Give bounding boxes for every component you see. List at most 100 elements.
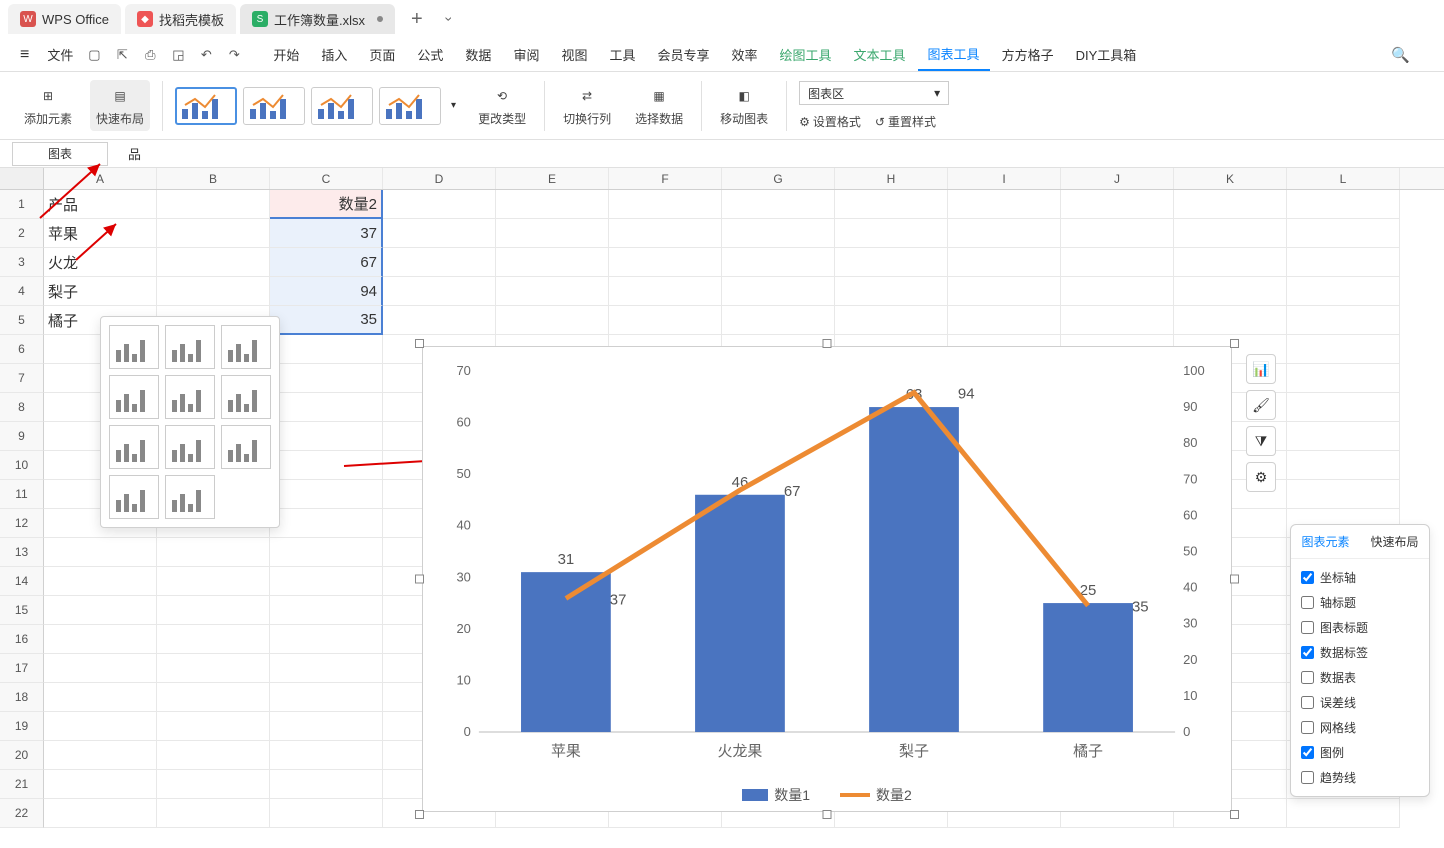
layout-option[interactable] bbox=[165, 425, 215, 469]
select-data-button[interactable]: ▦ 选择数据 bbox=[629, 80, 689, 131]
col-header[interactable]: L bbox=[1287, 168, 1400, 189]
cell[interactable] bbox=[1287, 364, 1400, 393]
reset-style-button[interactable]: ↺重置样式 bbox=[875, 113, 936, 130]
col-header[interactable]: F bbox=[609, 168, 722, 189]
col-header[interactable]: I bbox=[948, 168, 1061, 189]
cell[interactable] bbox=[496, 277, 609, 306]
row-header[interactable]: 4 bbox=[0, 277, 44, 306]
cell[interactable] bbox=[1287, 335, 1400, 364]
preview-icon[interactable]: ◲ bbox=[169, 47, 187, 63]
layout-option[interactable] bbox=[165, 325, 215, 369]
tab-wps-office[interactable]: W WPS Office bbox=[8, 4, 121, 34]
cell[interactable] bbox=[835, 277, 948, 306]
cell[interactable] bbox=[44, 712, 157, 741]
chart-style-1[interactable] bbox=[175, 87, 237, 125]
cell[interactable] bbox=[270, 654, 383, 683]
cell[interactable] bbox=[157, 770, 270, 799]
cell[interactable] bbox=[44, 567, 157, 596]
cell[interactable]: 37 bbox=[270, 219, 383, 248]
formula-input[interactable]: 品 bbox=[108, 144, 1444, 163]
row-header[interactable]: 20 bbox=[0, 741, 44, 770]
cell[interactable] bbox=[1061, 219, 1174, 248]
cell[interactable] bbox=[496, 306, 609, 335]
cell[interactable] bbox=[44, 654, 157, 683]
menu-view[interactable]: 视图 bbox=[551, 39, 597, 70]
row-header[interactable]: 7 bbox=[0, 364, 44, 393]
menu-chart-tools[interactable]: 图表工具 bbox=[918, 38, 990, 71]
cell[interactable] bbox=[270, 422, 383, 451]
cell[interactable] bbox=[722, 219, 835, 248]
cell[interactable] bbox=[270, 509, 383, 538]
cell[interactable] bbox=[1061, 306, 1174, 335]
tab-templates[interactable]: ◆ 找稻壳模板 bbox=[125, 4, 236, 34]
col-header[interactable]: B bbox=[157, 168, 270, 189]
layout-option[interactable] bbox=[165, 475, 215, 519]
chart-brush-button[interactable]: 🖌 bbox=[1246, 390, 1276, 420]
cell[interactable] bbox=[270, 567, 383, 596]
row-header[interactable]: 12 bbox=[0, 509, 44, 538]
row-header[interactable]: 3 bbox=[0, 248, 44, 277]
cell[interactable] bbox=[1287, 248, 1400, 277]
col-header[interactable]: A bbox=[44, 168, 157, 189]
cell[interactable] bbox=[1287, 219, 1400, 248]
element-checkbox-item[interactable]: 数据标签 bbox=[1301, 640, 1419, 665]
hamburger-icon[interactable]: ≡ bbox=[20, 46, 35, 64]
cell[interactable] bbox=[157, 248, 270, 277]
cell[interactable] bbox=[835, 248, 948, 277]
layout-option[interactable] bbox=[109, 475, 159, 519]
col-header[interactable]: E bbox=[496, 168, 609, 189]
cell[interactable]: 数量2 bbox=[270, 190, 383, 219]
col-header[interactable]: H bbox=[835, 168, 948, 189]
element-checkbox-item[interactable]: 误差线 bbox=[1301, 690, 1419, 715]
cell[interactable] bbox=[157, 219, 270, 248]
cell[interactable] bbox=[496, 248, 609, 277]
cell[interactable] bbox=[722, 190, 835, 219]
cell[interactable] bbox=[383, 306, 496, 335]
cell[interactable] bbox=[383, 219, 496, 248]
cell[interactable] bbox=[835, 306, 948, 335]
chart-filter-button[interactable]: ⧩ bbox=[1246, 426, 1276, 456]
cell[interactable] bbox=[383, 190, 496, 219]
menu-start[interactable]: 开始 bbox=[263, 39, 309, 70]
cell[interactable] bbox=[1287, 451, 1400, 480]
layout-option[interactable] bbox=[109, 325, 159, 369]
menu-insert[interactable]: 插入 bbox=[311, 39, 357, 70]
checkbox[interactable] bbox=[1301, 746, 1314, 759]
menu-drawing-tools[interactable]: 绘图工具 bbox=[770, 39, 842, 70]
cell[interactable] bbox=[609, 219, 722, 248]
row-header[interactable]: 10 bbox=[0, 451, 44, 480]
cell[interactable] bbox=[157, 538, 270, 567]
cell[interactable] bbox=[44, 683, 157, 712]
cell[interactable] bbox=[948, 219, 1061, 248]
cell[interactable] bbox=[270, 799, 383, 828]
cell[interactable] bbox=[722, 248, 835, 277]
row-header[interactable]: 15 bbox=[0, 596, 44, 625]
cell[interactable] bbox=[157, 799, 270, 828]
checkbox[interactable] bbox=[1301, 671, 1314, 684]
row-header[interactable]: 1 bbox=[0, 190, 44, 219]
menu-file[interactable]: 文件 bbox=[37, 39, 83, 70]
cell[interactable] bbox=[270, 712, 383, 741]
gallery-more-button[interactable]: ▾ bbox=[447, 96, 460, 115]
cell[interactable]: 产品 bbox=[44, 190, 157, 219]
name-box[interactable]: 图表 bbox=[12, 142, 108, 166]
cell[interactable] bbox=[270, 393, 383, 422]
menu-page[interactable]: 页面 bbox=[359, 39, 405, 70]
cell[interactable] bbox=[1061, 277, 1174, 306]
cell[interactable] bbox=[270, 683, 383, 712]
cell[interactable] bbox=[270, 480, 383, 509]
chart-area-combo[interactable]: 图表区 ▾ bbox=[799, 81, 949, 105]
cell[interactable] bbox=[157, 567, 270, 596]
cell[interactable] bbox=[1287, 393, 1400, 422]
cell[interactable] bbox=[157, 625, 270, 654]
cell[interactable] bbox=[1061, 248, 1174, 277]
cell[interactable] bbox=[948, 190, 1061, 219]
cell[interactable] bbox=[270, 364, 383, 393]
checkbox[interactable] bbox=[1301, 721, 1314, 734]
layout-option[interactable] bbox=[221, 325, 271, 369]
cell[interactable] bbox=[1287, 799, 1400, 828]
menu-tools[interactable]: 工具 bbox=[599, 39, 645, 70]
element-checkbox-item[interactable]: 数据表 bbox=[1301, 665, 1419, 690]
cell[interactable] bbox=[609, 190, 722, 219]
cell[interactable] bbox=[157, 654, 270, 683]
